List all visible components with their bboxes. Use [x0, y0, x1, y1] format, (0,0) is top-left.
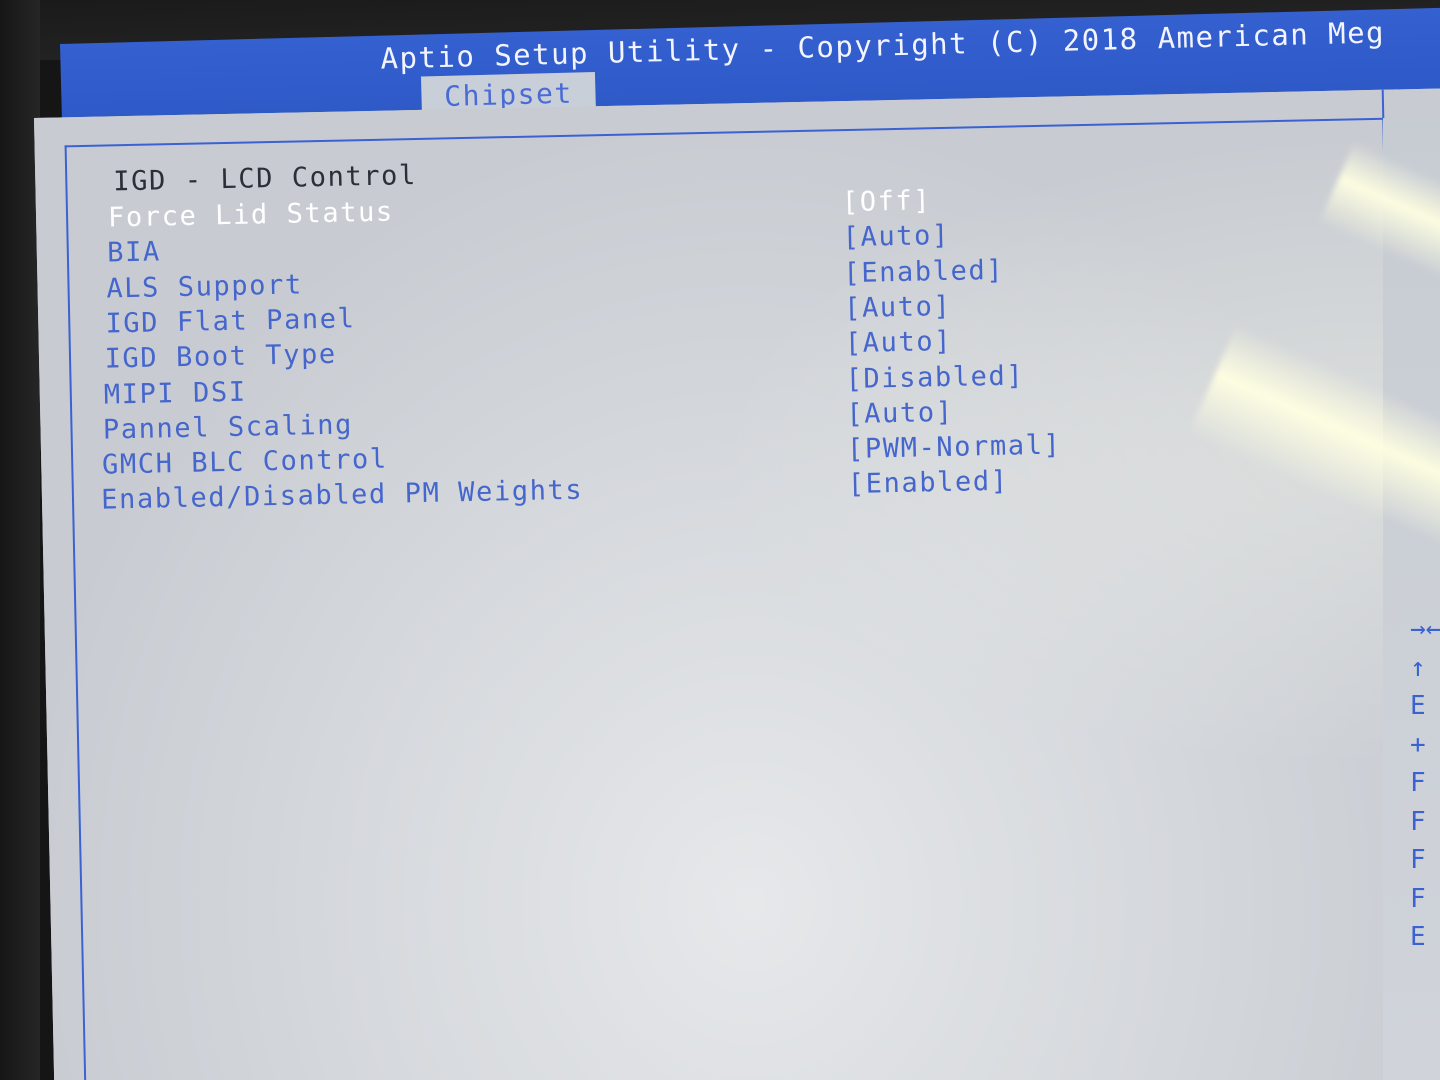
setting-value[interactable]: [Auto]	[844, 291, 952, 324]
setting-value[interactable]: [Auto]	[842, 220, 950, 253]
setting-value[interactable]: [Enabled]	[848, 466, 1009, 500]
key-help-glyph: E	[1410, 691, 1426, 721]
setting-value[interactable]: [PWM-Normal]	[847, 430, 1062, 465]
bios-screen: Aptio Setup Utility - Copyright (C) 2018…	[0, 0, 1440, 1080]
key-help-glyph: E	[1410, 922, 1426, 952]
key-help-column: →← ↑ E + F F F F E	[1410, 610, 1440, 957]
key-help-glyph: F	[1410, 768, 1426, 798]
key-help-glyph: F	[1410, 806, 1426, 837]
key-help-glyph: F	[1410, 845, 1426, 875]
setting-label: GMCH BLC Control	[101, 443, 389, 481]
panel-border-top	[64, 117, 1385, 148]
setting-label: Force Lid Status	[107, 196, 395, 234]
section-title: IGD - LCD Control	[113, 159, 418, 198]
setting-value[interactable]: [Off]	[842, 185, 932, 218]
setting-value[interactable]: [Disabled]	[845, 360, 1024, 395]
setting-value[interactable]: [Auto]	[846, 397, 954, 430]
setting-label: IGD Flat Panel	[105, 303, 356, 340]
setting-label: MIPI DSI	[103, 376, 247, 411]
key-help-glyph: →←	[1410, 614, 1440, 644]
settings-panel: IGD - LCD Control Force Lid Status [Off] B…	[34, 87, 1440, 1080]
key-help-glyph: F	[1410, 883, 1426, 914]
setting-label: BIA	[106, 236, 162, 269]
key-help-glyph: ↑	[1410, 652, 1426, 683]
setting-label: ALS Support	[106, 269, 304, 305]
key-help-glyph: +	[1410, 729, 1426, 760]
setting-label: IGD Boot Type	[104, 338, 338, 375]
setting-value[interactable]: [Auto]	[845, 326, 953, 359]
setting-value[interactable]: [Enabled]	[843, 254, 1004, 288]
setting-label: Pannel Scaling	[102, 409, 354, 446]
